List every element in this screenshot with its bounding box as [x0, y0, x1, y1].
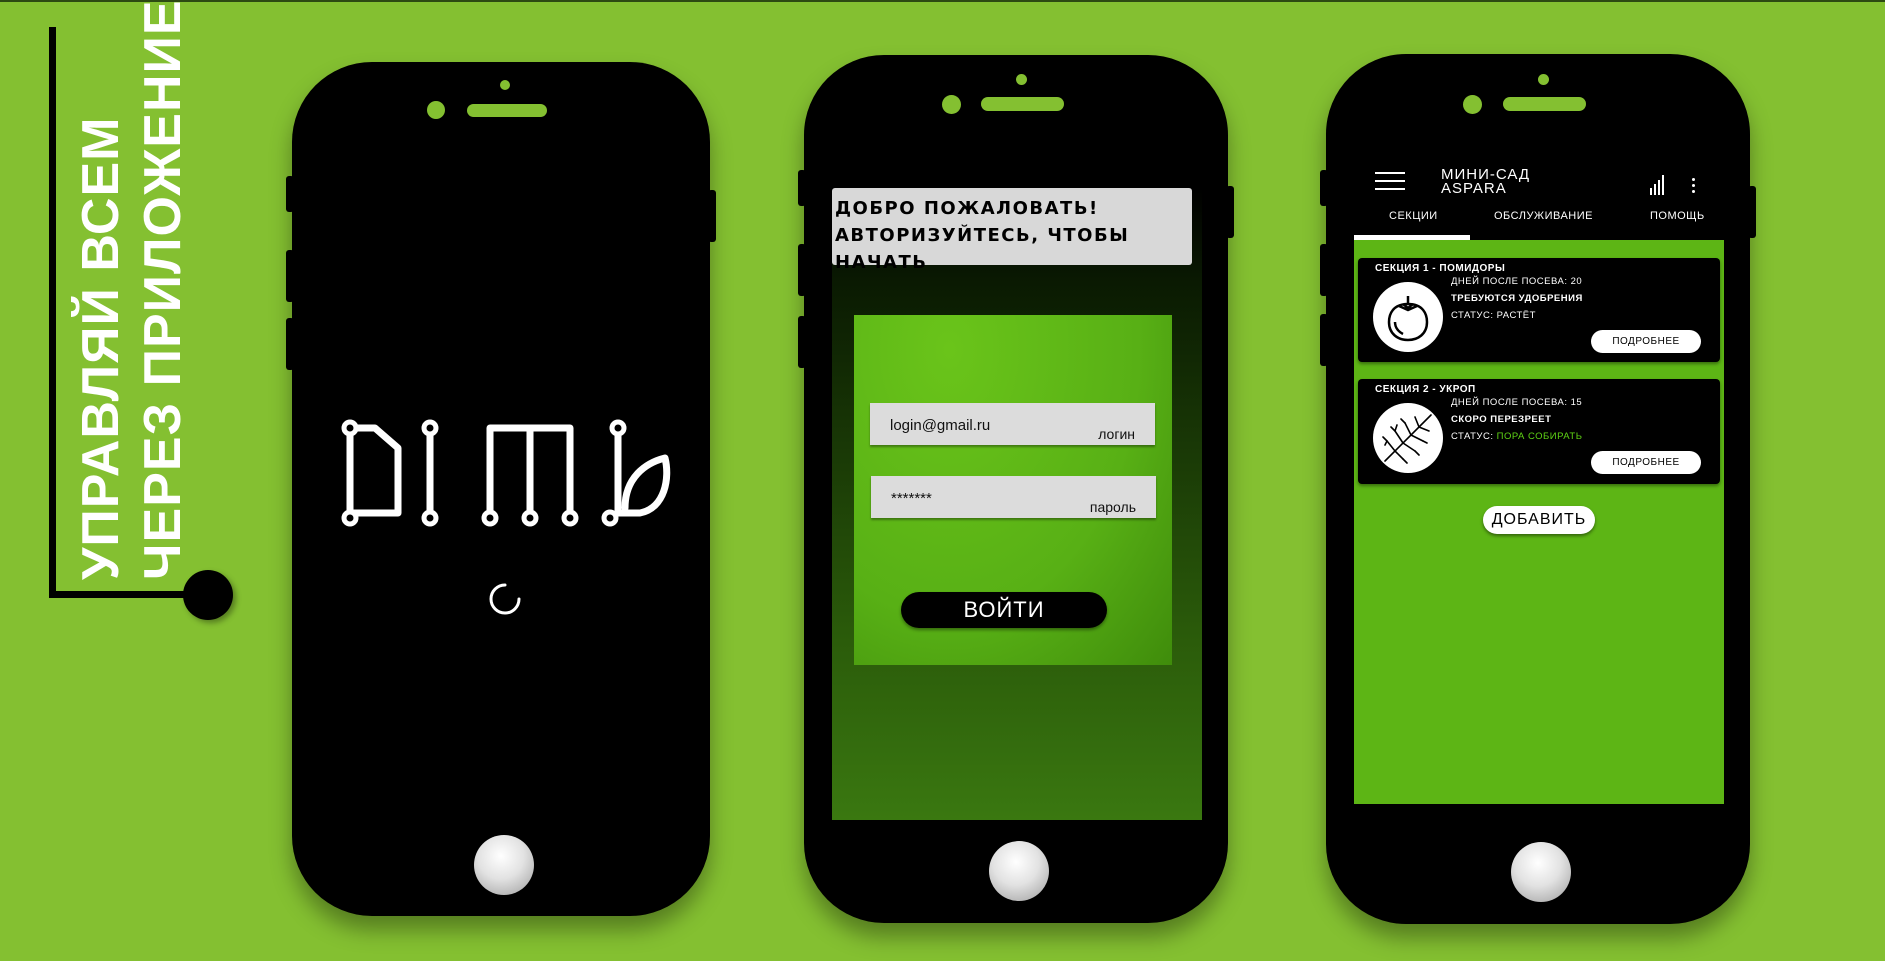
phone1-home-button[interactable]: [474, 835, 534, 895]
menu-icon[interactable]: [1375, 172, 1405, 192]
loading-spinner-icon: [489, 583, 521, 615]
status-label: СТАТУС:: [1451, 431, 1494, 442]
phone2-home-button[interactable]: [989, 841, 1049, 901]
days-value: 15: [1570, 397, 1583, 408]
tab-maintenance[interactable]: ОБСЛУЖИВАНИЕ: [1494, 210, 1593, 222]
more-options-icon[interactable]: [1692, 178, 1696, 196]
tab-sections[interactable]: СЕКЦИИ: [1389, 210, 1438, 222]
slogan-line-1: УПРАВЛЯЙ ВСЕМ: [72, 116, 130, 580]
section-title: СЕКЦИЯ 2 - УКРОП: [1375, 384, 1476, 395]
password-label: пароль: [1089, 499, 1136, 515]
phone1-sensor: [500, 80, 510, 90]
details-button[interactable]: ПОДРОБНЕЕ: [1591, 330, 1701, 353]
status-value: ПОРА СОБИРАТЬ: [1496, 431, 1583, 442]
status-label: СТАТУС:: [1451, 310, 1494, 321]
add-section-button[interactable]: ДОБАВИТЬ: [1483, 506, 1595, 534]
password-field[interactable]: ******* пароль: [871, 476, 1156, 518]
slogan-bracket: [49, 27, 56, 597]
phone1-camera: [427, 101, 445, 119]
app-title-line-2: ASPARA: [1441, 180, 1507, 197]
password-input-value: *******: [891, 490, 932, 507]
section-alert: СКОРО ПЕРЕЗРЕЕТ: [1451, 414, 1552, 425]
status-value: РАСТЁТ: [1496, 310, 1536, 321]
dima-logo: [341, 419, 671, 527]
login-input-value: login@gmail.ru: [890, 417, 991, 434]
phone2-camera: [942, 95, 961, 114]
days-label: ДНЕЙ ПОСЛЕ ПОСЕВА:: [1451, 276, 1568, 287]
welcome-banner: ДОБРО ПОЖАЛОВАТЬ! АВТОРИЗУЙТЕСЬ, ЧТОБЫ Н…: [832, 188, 1192, 273]
tomato-icon: [1373, 282, 1443, 352]
days-label: ДНЕЙ ПОСЛЕ ПОСЕВА:: [1451, 397, 1568, 408]
section-card-1[interactable]: СЕКЦИЯ 1 - ПОМИДОРЫ ДНЕЙ ПОСЛЕ ПОСЕВА: 2…: [1358, 258, 1720, 362]
phone2-sensor: [1016, 74, 1027, 85]
days-value: 20: [1570, 276, 1583, 287]
phone3-sensor: [1538, 74, 1549, 85]
login-label: логин: [1098, 426, 1135, 442]
phone3-speaker: [1503, 97, 1586, 111]
section-title: СЕКЦИЯ 1 - ПОМИДОРЫ: [1375, 263, 1506, 274]
phone3-camera: [1463, 95, 1482, 114]
app-title: МИНИ-САД ASPARA: [1441, 167, 1530, 197]
tab-help[interactable]: ПОМОЩЬ: [1650, 210, 1705, 222]
slogan-line-2: ЧЕРЕЗ ПРИЛОЖЕНИЕ: [134, 0, 192, 580]
signal-icon: [1650, 175, 1664, 195]
phone3-home-button[interactable]: [1511, 842, 1571, 902]
phone2-speaker: [981, 97, 1064, 111]
signin-button[interactable]: ВОЙТИ: [901, 592, 1107, 628]
welcome-subtitle: АВТОРИЗУЙТЕСЬ, ЧТОБЫ НАЧАТЬ: [835, 225, 1130, 273]
phone1-speaker: [467, 104, 547, 117]
dill-icon: [1373, 403, 1443, 473]
section-card-2[interactable]: СЕКЦИЯ 2 - УКРОП ДНЕЙ ПОСЛЕ ПОСЕВА: 15 С…: [1358, 379, 1720, 484]
slogan: УПРАВЛЯЙ ВСЕМ ЧЕРЕЗ ПРИЛОЖЕНИЕ: [70, 0, 220, 580]
top-border: [0, 0, 1885, 2]
welcome-title: ДОБРО ПОЖАЛОВАТЬ!: [835, 198, 1099, 219]
details-button[interactable]: ПОДРОБНЕЕ: [1591, 451, 1701, 474]
section-alert: ТРЕБУЮТСЯ УДОБРЕНИЯ: [1451, 293, 1583, 304]
login-field[interactable]: login@gmail.ru логин: [870, 403, 1155, 445]
